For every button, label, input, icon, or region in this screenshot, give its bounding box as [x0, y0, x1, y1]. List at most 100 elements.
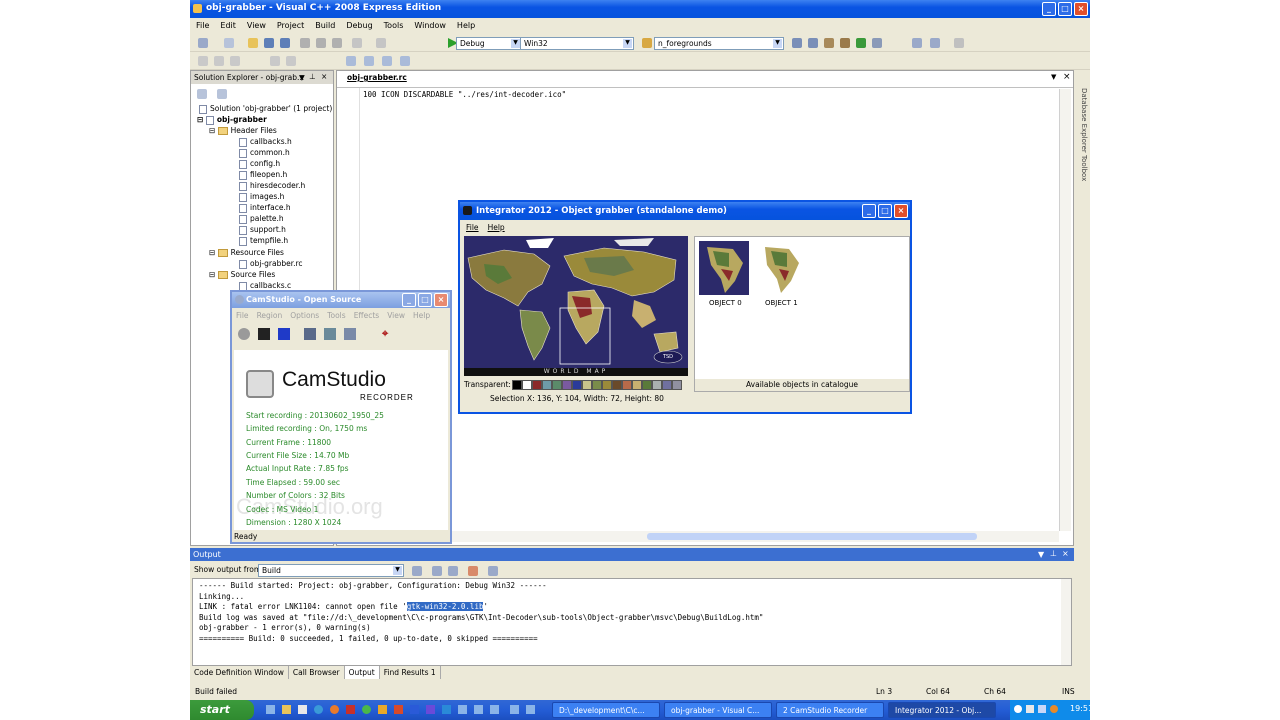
palette-swatch[interactable]: [532, 380, 542, 390]
close-button[interactable]: ×: [434, 293, 448, 307]
palette-swatch[interactable]: [652, 380, 662, 390]
pause-icon[interactable]: [258, 328, 270, 340]
prev-message-icon[interactable]: [432, 566, 442, 576]
tree-file[interactable]: obj-grabber.rc: [239, 259, 303, 269]
palette-swatch[interactable]: [672, 380, 682, 390]
pdf-icon[interactable]: [346, 705, 355, 714]
record-icon[interactable]: [238, 328, 250, 340]
palette-swatch[interactable]: [582, 380, 592, 390]
palette-swatch[interactable]: [542, 380, 552, 390]
video-options-icon[interactable]: [344, 328, 356, 340]
tree-file[interactable]: config.h: [239, 159, 280, 169]
configuration-select[interactable]: Debug ▼: [456, 37, 522, 50]
menu-tools[interactable]: Tools: [323, 309, 349, 320]
disabled-icon[interactable]: [954, 38, 964, 48]
paste-icon[interactable]: [332, 38, 342, 48]
close-icon[interactable]: ×: [1063, 72, 1071, 82]
app-icon[interactable]: [510, 705, 519, 714]
archive-icon[interactable]: [378, 705, 387, 714]
minimize-button[interactable]: _: [1042, 2, 1056, 16]
palette-swatch[interactable]: [552, 380, 562, 390]
menu-file[interactable]: File: [190, 18, 214, 30]
tree-file[interactable]: hiresdecoder.h: [239, 181, 305, 191]
palette-swatch[interactable]: [592, 380, 602, 390]
tree-header-folder[interactable]: ⊟ Header Files: [209, 126, 277, 135]
clear-all-icon[interactable]: [468, 566, 478, 576]
copy-icon[interactable]: [316, 38, 326, 48]
menu-effects[interactable]: Effects: [350, 309, 384, 320]
world-map-image[interactable]: WORLD MAP TSD: [464, 236, 688, 376]
save-icon[interactable]: [264, 38, 274, 48]
palette-swatch[interactable]: [612, 380, 622, 390]
menu-help[interactable]: Help: [409, 309, 434, 320]
menu-file[interactable]: File: [460, 220, 482, 232]
maximize-button[interactable]: □: [1058, 2, 1072, 16]
palette-swatch[interactable]: [522, 380, 532, 390]
tray-icon[interactable]: [1026, 705, 1034, 713]
palette-swatch[interactable]: [632, 380, 642, 390]
start-page-icon[interactable]: [856, 38, 866, 48]
app-icon[interactable]: [426, 705, 435, 714]
vertical-scrollbar[interactable]: [1059, 89, 1071, 531]
class-view-icon[interactable]: [840, 38, 850, 48]
task-integrator[interactable]: Integrator 2012 - Obj...: [888, 702, 996, 718]
tree-file[interactable]: common.h: [239, 148, 290, 158]
explorer-icon[interactable]: [282, 705, 291, 714]
app-icon[interactable]: [394, 705, 403, 714]
app-icon[interactable]: [410, 705, 419, 714]
tree-file[interactable]: palette.h: [239, 214, 284, 224]
pin-icon[interactable]: ⊥: [1050, 549, 1057, 558]
object-1-thumbnail[interactable]: [759, 241, 803, 295]
uncomment-icon[interactable]: [286, 56, 296, 66]
app-icon[interactable]: [526, 705, 535, 714]
app-icon[interactable]: [458, 705, 467, 714]
maximize-button[interactable]: □: [418, 293, 432, 307]
tree-resource-folder[interactable]: ⊟ Resource Files: [209, 248, 284, 257]
task-visual-studio[interactable]: obj-grabber - Visual C...: [664, 702, 772, 718]
palette-swatch[interactable]: [602, 380, 612, 390]
minimize-button[interactable]: _: [862, 204, 876, 218]
redo-icon[interactable]: [376, 38, 386, 48]
dropdown-icon[interactable]: ▼: [1038, 550, 1044, 559]
find-combo[interactable]: n_foregrounds ▼: [654, 37, 784, 50]
horizontal-scrollbar[interactable]: [347, 531, 1059, 542]
region-icon[interactable]: [304, 328, 316, 340]
text-tool-icon[interactable]: [198, 56, 208, 66]
task-explorer[interactable]: D:\_development\C\c...: [552, 702, 660, 718]
menu-view[interactable]: View: [241, 18, 271, 30]
properties-icon[interactable]: [197, 89, 207, 99]
pin-icon[interactable]: ⊥: [309, 72, 316, 81]
palette-swatch[interactable]: [572, 380, 582, 390]
stop-icon[interactable]: [278, 328, 290, 340]
output-source-select[interactable]: Build ▼: [258, 564, 404, 577]
tree-file[interactable]: interface.h: [239, 203, 291, 213]
new-project-icon[interactable]: [198, 38, 208, 48]
comment-icon[interactable]: [270, 56, 280, 66]
palette-swatch[interactable]: [562, 380, 572, 390]
next-bookmark-icon[interactable]: [382, 56, 392, 66]
tray-icon[interactable]: [1038, 705, 1046, 713]
tab-find-results[interactable]: Find Results 1: [380, 666, 441, 679]
side-panel-tabs[interactable]: Database Explorer Toolbox: [1076, 88, 1088, 208]
start-button[interactable]: start: [190, 700, 254, 720]
menu-options[interactable]: Options: [286, 309, 323, 320]
tree-file[interactable]: tempfile.h: [239, 236, 288, 246]
close-button[interactable]: ×: [894, 204, 908, 218]
properties-icon[interactable]: [808, 38, 818, 48]
menu-file[interactable]: File: [232, 309, 253, 320]
save-all-icon[interactable]: [280, 38, 290, 48]
scroll-thumb[interactable]: [647, 533, 977, 540]
minimize-button[interactable]: _: [402, 293, 416, 307]
firefox-icon[interactable]: [330, 705, 339, 714]
quicklaunch-icon[interactable]: [298, 705, 307, 714]
code-line[interactable]: 100 ICON DISCARDABLE "../res/int-decoder…: [363, 90, 566, 99]
tray-icon[interactable]: [1050, 705, 1058, 713]
app-icon[interactable]: [490, 705, 499, 714]
browser-icon[interactable]: [314, 705, 323, 714]
outdent-icon[interactable]: [230, 56, 240, 66]
undo-icon[interactable]: [352, 38, 362, 48]
prev-bookmark-icon[interactable]: [364, 56, 374, 66]
solution-explorer-icon[interactable]: [792, 38, 802, 48]
tree-file[interactable]: fileopen.h: [239, 170, 287, 180]
tree-file[interactable]: images.h: [239, 192, 284, 202]
